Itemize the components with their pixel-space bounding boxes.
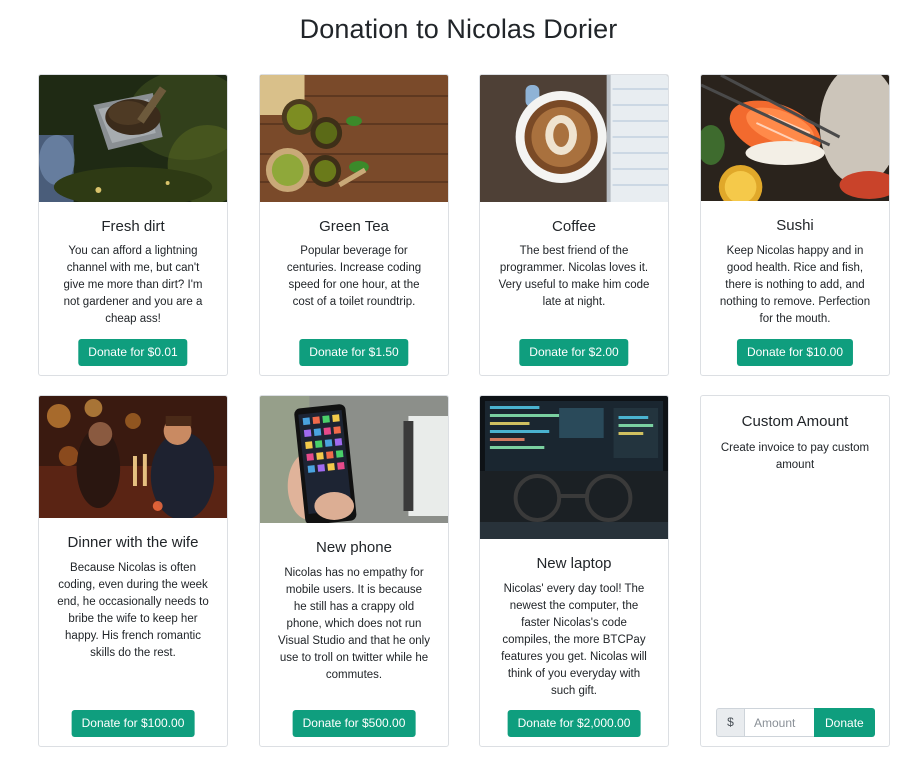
item-card-fresh-dirt: Fresh dirt You can afford a lightning ch…	[38, 74, 228, 376]
item-title: Fresh dirt	[101, 218, 165, 235]
custom-amount-description: Create invoice to pay custom amount	[720, 442, 870, 471]
item-description: Popular beverage for centuries. Increase…	[286, 245, 422, 308]
item-card-dinner: Dinner with the wife Because Nicolas is …	[38, 395, 228, 747]
donate-button-sushi[interactable]: Donate for $10.00	[736, 339, 854, 366]
item-title: New phone	[316, 539, 392, 556]
coffee-cup-photo	[480, 75, 668, 202]
custom-donate-button[interactable]: Donate	[814, 708, 875, 737]
custom-amount-card: Custom Amount Create invoice to pay cust…	[700, 395, 890, 747]
item-title: Sushi	[776, 217, 814, 234]
amount-input[interactable]	[745, 708, 814, 737]
item-description: Nicolas' every day tool! The newest the …	[501, 583, 647, 697]
sushi-photo	[701, 75, 889, 201]
donate-button-fresh-dirt[interactable]: Donate for $0.01	[78, 339, 188, 366]
item-card-coffee: Coffee The best friend of the programmer…	[479, 74, 669, 376]
custom-amount-title: Custom Amount	[741, 413, 849, 430]
item-card-green-tea: Green Tea Popular beverage for centuries…	[259, 74, 449, 376]
item-title: Green Tea	[319, 218, 389, 235]
item-description: Keep Nicolas happy and in good health. R…	[719, 245, 871, 325]
item-description: The best friend of the programmer. Nicol…	[498, 245, 650, 308]
item-description: Nicolas has no empathy for mobile users.…	[278, 567, 430, 681]
green-tea-photo	[260, 75, 448, 202]
shovel-dirt-photo	[39, 75, 227, 202]
currency-prefix: $	[716, 708, 745, 737]
item-title: Coffee	[552, 218, 596, 235]
donate-button-coffee[interactable]: Donate for $2.00	[519, 339, 629, 366]
laptop-code-photo	[480, 396, 668, 539]
dinner-couple-photo	[39, 396, 227, 518]
item-description: You can afford a lightning channel with …	[63, 245, 203, 325]
item-card-sushi: Sushi Keep Nicolas happy and in good hea…	[700, 74, 890, 376]
item-title: New laptop	[536, 555, 612, 572]
item-description: Because Nicolas is often coding, even du…	[57, 562, 209, 659]
donate-button-dinner[interactable]: Donate for $100.00	[71, 710, 195, 737]
donate-button-new-laptop[interactable]: Donate for $2,000.00	[507, 710, 641, 737]
donate-button-green-tea[interactable]: Donate for $1.50	[299, 339, 409, 366]
item-title: Dinner with the wife	[67, 534, 199, 551]
item-card-new-phone: New phone Nicolas has no empathy for mob…	[259, 395, 449, 747]
smartphone-photo	[260, 396, 448, 523]
custom-amount-form: $ Donate	[716, 708, 875, 737]
item-card-new-laptop: New laptop Nicolas' every day tool! The …	[479, 395, 669, 747]
page-title: Donation to Nicolas Dorier	[299, 14, 618, 44]
donate-button-new-phone[interactable]: Donate for $500.00	[292, 710, 416, 737]
